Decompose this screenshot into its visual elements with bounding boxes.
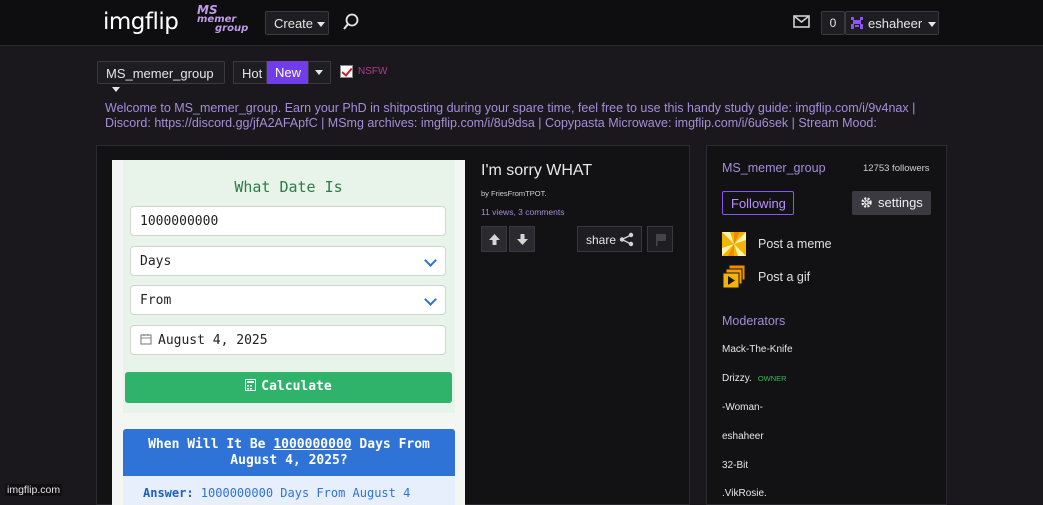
post-stats[interactable]: 11 views, 3 comments	[481, 207, 564, 217]
create-menu-button[interactable]: Create	[265, 11, 329, 35]
meme-calculate-button: Calculate	[125, 372, 452, 403]
group-logo-line-3: group	[215, 23, 249, 34]
share-icon	[619, 232, 634, 247]
meme-question-number: 1000000000	[273, 437, 352, 452]
moderator-name: 32-Bit	[722, 460, 749, 471]
moderator-name: Drizzy.	[722, 373, 752, 384]
flag-button[interactable]	[647, 226, 673, 252]
meme-question-banner: When Will It Be 1000000000 Days From Aug…	[123, 429, 455, 476]
meme-question-line2: August 4, 2025?	[230, 453, 348, 468]
username: eshaheer	[868, 16, 923, 31]
downvote-icon	[517, 234, 528, 245]
share-button[interactable]: share	[577, 226, 642, 252]
moderator-name: eshaheer	[722, 431, 764, 442]
meme-date-field: August 4, 2025	[130, 325, 446, 355]
chevron-down-icon	[928, 22, 937, 28]
sort-new-button[interactable]: New	[267, 61, 308, 84]
meme-calculate-label: Calculate	[261, 379, 332, 394]
meme-direction-select: From	[130, 285, 446, 315]
meme-image[interactable]: What Date Is 1000000000 Days From August…	[112, 160, 465, 505]
chevron-down-icon	[112, 87, 120, 93]
followers-count: 12753 followers	[863, 163, 930, 174]
meme-number-value: 1000000000	[140, 214, 219, 229]
meme-answer-text: 1000000000 Days From August 4	[193, 486, 411, 500]
post-gif-icon[interactable]	[722, 265, 746, 289]
meme-question-prefix: When Will It Be	[148, 437, 274, 452]
settings-button[interactable]: settings	[852, 191, 931, 215]
meme-unit-select: Days	[130, 246, 446, 276]
sidebar-group-name[interactable]: MS_memer_group	[722, 161, 826, 175]
share-label: share	[586, 233, 617, 247]
create-label: Create	[274, 16, 314, 31]
meme-number-field: 1000000000	[130, 206, 446, 236]
owner-badge: OWNER	[757, 374, 787, 383]
notifications-button[interactable]: 0	[821, 11, 845, 35]
sort-hot-button[interactable]: Hot	[233, 61, 267, 84]
moderator-item[interactable]: Drizzy. OWNER	[722, 373, 787, 384]
nsfw-checkbox[interactable]	[340, 65, 353, 78]
post-a-meme-link[interactable]: Post a meme	[758, 237, 832, 251]
upvote-icon	[489, 234, 500, 245]
post-a-gif-link[interactable]: Post a gif	[758, 270, 810, 284]
moderator-item[interactable]: eshaheer	[722, 431, 764, 442]
post-meme-icon[interactable]	[722, 232, 746, 256]
group-logo[interactable]: MS memer group	[197, 4, 249, 38]
sort-more-dropdown[interactable]	[308, 61, 331, 84]
meme-answer-label: Answer:	[143, 486, 194, 500]
group-description: Welcome to MS_memer_group. Earn your PhD…	[105, 101, 916, 130]
imgflip-logo[interactable]: imgflip	[103, 9, 179, 35]
user-avatar-icon	[851, 17, 863, 29]
nsfw-label: NSFW	[358, 66, 388, 77]
post-author[interactable]: by FriesFromTPOT.	[481, 189, 546, 198]
group-select-dropdown[interactable]: MS_memer_group	[97, 61, 225, 93]
moderator-item[interactable]: -Woman-	[722, 402, 763, 413]
moderator-name: .VikRosie.	[722, 488, 767, 499]
chevron-down-icon	[317, 22, 326, 28]
user-menu-button[interactable]: eshaheer	[845, 11, 939, 35]
meme-answer: Answer: 1000000000 Days From August 4	[123, 476, 455, 505]
meme-date-value: August 4, 2025	[158, 333, 268, 348]
meme-unit-value: Days	[140, 254, 172, 269]
moderators-heading: Moderators	[722, 314, 786, 328]
meme-direction-value: From	[140, 293, 172, 308]
moderator-name: -Woman-	[722, 402, 763, 413]
moderator-item[interactable]: 32-Bit	[722, 460, 748, 471]
gear-icon	[861, 197, 872, 208]
following-button[interactable]: Following	[722, 191, 794, 215]
calculator-icon	[245, 379, 257, 391]
flag-icon	[656, 234, 666, 246]
group-select-value: MS_memer_group	[106, 66, 214, 81]
calendar-icon	[140, 334, 152, 345]
top-navigation-bar: imgflip MS memer group Create 0 eshaheer	[0, 0, 1043, 46]
chevron-down-icon	[315, 70, 323, 75]
moderator-name: Mack-The-Knife	[722, 344, 793, 355]
meme-heading: What Date Is	[234, 178, 343, 196]
search-icon[interactable]	[342, 13, 360, 31]
settings-label: settings	[878, 195, 923, 210]
upvote-button[interactable]	[481, 226, 507, 252]
downvote-button[interactable]	[509, 226, 535, 252]
post-title[interactable]: I'm sorry WHAT	[481, 162, 592, 180]
imgflip-watermark: imgflip.com	[5, 484, 63, 496]
moderator-item[interactable]: Mack-The-Knife	[722, 344, 793, 355]
meme-question-suffix: Days From	[351, 437, 430, 452]
chevron-down-icon	[424, 293, 437, 306]
mail-icon[interactable]	[793, 15, 810, 28]
chevron-down-icon	[424, 254, 437, 267]
moderator-item[interactable]: .VikRosie.	[722, 488, 767, 499]
